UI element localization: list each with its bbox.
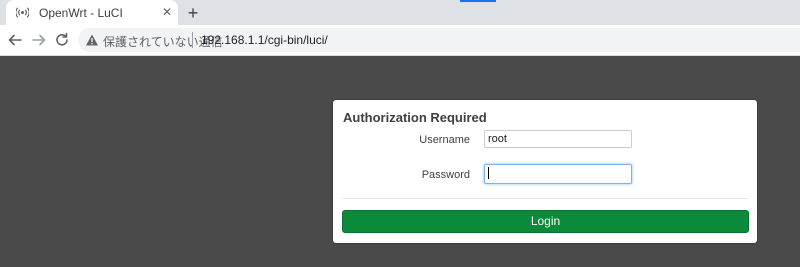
new-tab-button[interactable]: + xyxy=(183,3,203,23)
tab-title: OpenWrt - LuCI xyxy=(39,6,123,20)
address-bar[interactable]: 保護されていない通信 192.168.1.1/cgi-bin/luci/ xyxy=(78,28,800,52)
password-input[interactable] xyxy=(484,164,632,184)
login-panel: Authorization Required Username Password… xyxy=(333,100,757,243)
warning-triangle-icon[interactable] xyxy=(85,33,99,47)
tab-strip-accent xyxy=(460,0,496,2)
tab-close-icon[interactable]: ✕ xyxy=(160,5,174,19)
username-input[interactable] xyxy=(484,130,632,148)
panel-divider xyxy=(342,198,748,199)
forward-arrow-icon[interactable] xyxy=(30,31,48,49)
panel-title: Authorization Required xyxy=(343,110,487,125)
browser-tab[interactable]: OpenWrt - LuCI ✕ xyxy=(6,0,178,25)
back-arrow-icon[interactable] xyxy=(6,31,24,49)
reload-icon[interactable] xyxy=(53,31,71,49)
tab-strip: OpenWrt - LuCI ✕ + xyxy=(0,0,800,25)
browser-toolbar: 保護されていない通信 192.168.1.1/cgi-bin/luci/ xyxy=(0,25,800,56)
text-caret xyxy=(488,167,489,179)
username-label: Username xyxy=(419,134,470,146)
wireless-antenna-icon xyxy=(15,6,30,19)
url-text[interactable]: 192.168.1.1/cgi-bin/luci/ xyxy=(201,33,328,47)
page-background: Authorization Required Username Password… xyxy=(0,56,800,267)
url-separator xyxy=(192,32,193,48)
password-label: Password xyxy=(421,169,470,181)
login-button[interactable]: Login xyxy=(342,210,749,233)
